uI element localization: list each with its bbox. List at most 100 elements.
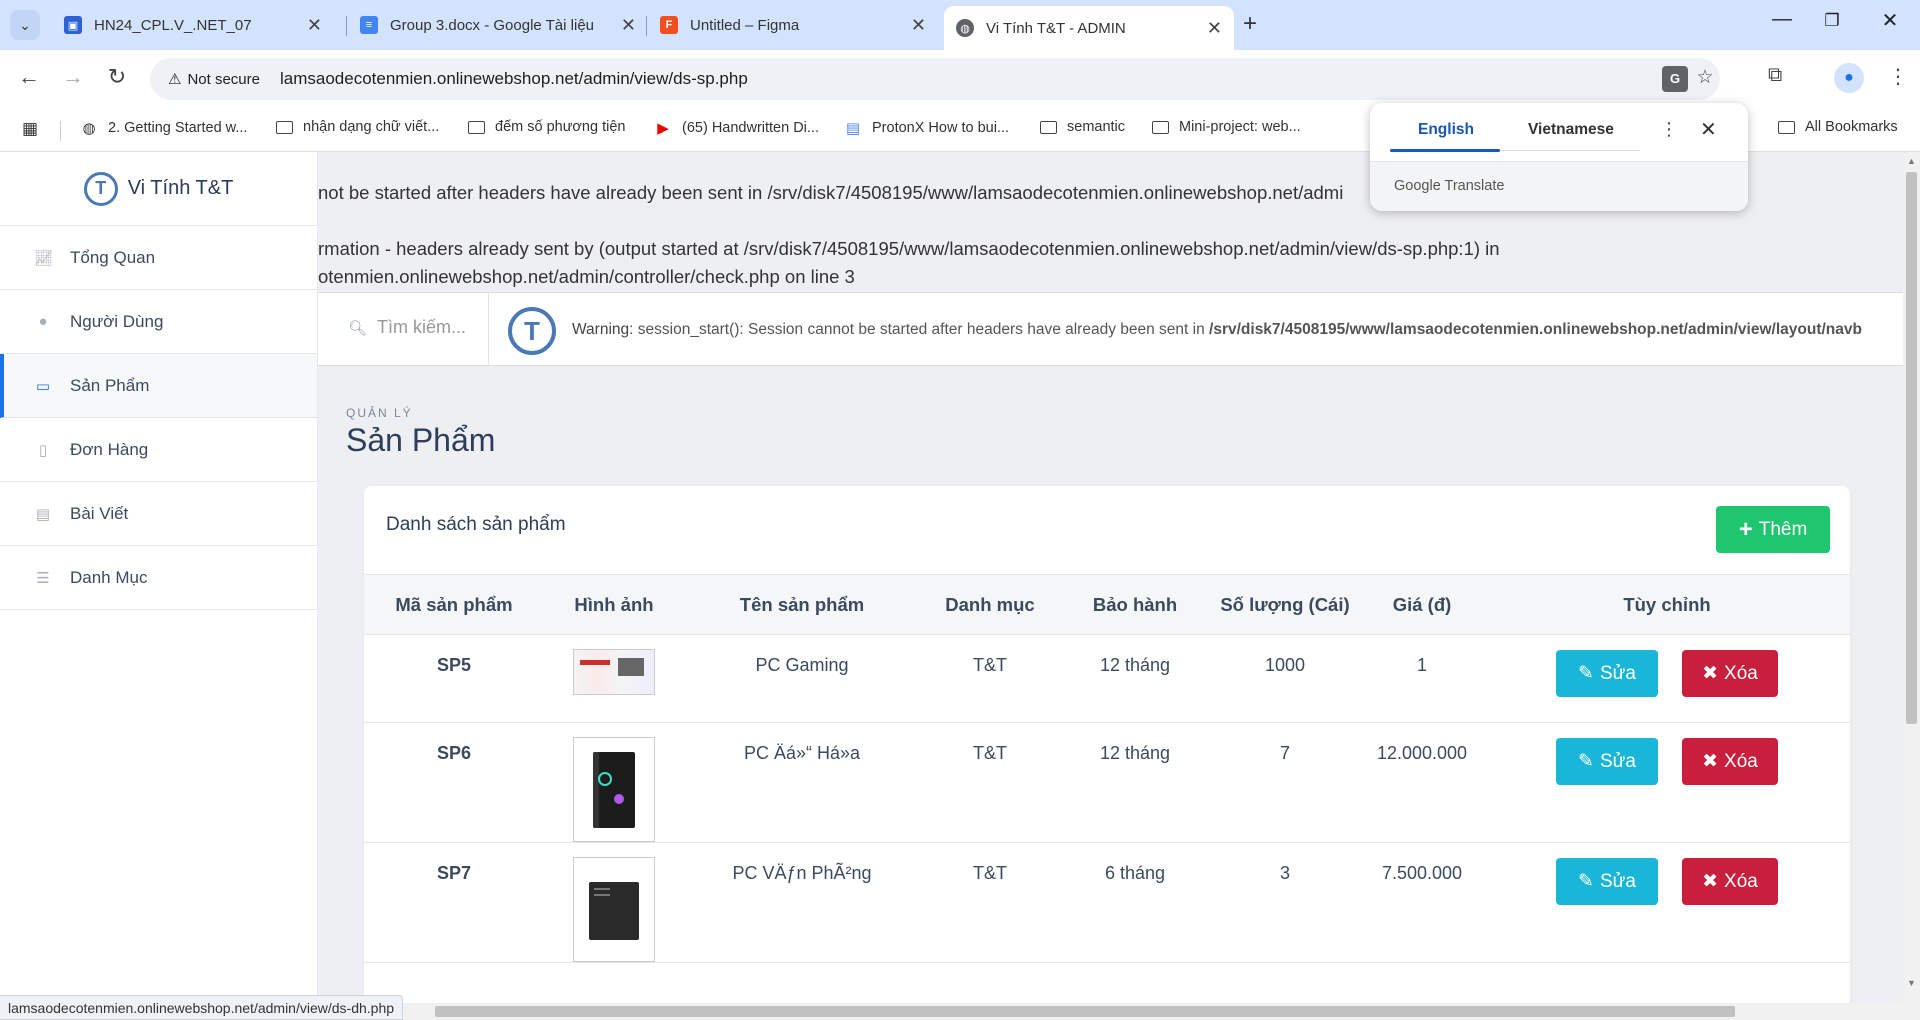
product-name: PC VÄƒn PhÃ²ng <box>732 863 872 883</box>
delete-label: Xóa <box>1724 870 1758 892</box>
user-icon: ● <box>38 313 48 330</box>
sidebar-item-label: Đơn Hàng <box>70 439 149 459</box>
sidebar-item-orders[interactable]: ▯ Đơn Hàng <box>0 418 317 482</box>
restore-icon[interactable]: ❐ <box>1812 11 1852 31</box>
extensions-icon[interactable]: ⧉ <box>1768 64 1782 87</box>
product-image-cell <box>544 723 684 843</box>
browser-toolbar: ← → ↻ ⚠ Not secure lamsaodecotenmien.onl… <box>0 50 1920 107</box>
bookmark-star-icon[interactable]: ☆ <box>1692 66 1718 92</box>
tab-search-button[interactable]: ⌄ <box>10 10 40 40</box>
product-quantity: 3 <box>1279 863 1290 883</box>
doc-blue-icon: ▣ <box>64 16 82 34</box>
product-price: 7.500.000 <box>1381 863 1463 883</box>
docs-icon: ≡ <box>360 16 378 34</box>
close-icon[interactable]: ✕ <box>1207 18 1222 39</box>
brand-name: Vi Tính T&T <box>127 177 234 199</box>
close-icon[interactable]: ✕ <box>1700 117 1717 142</box>
edit-label: Sửa <box>1599 750 1636 772</box>
scroll-down-icon[interactable]: ▼ <box>1907 978 1916 988</box>
tab-group3-docx[interactable]: ≡ Group 3.docx - Google Tài liệu ✕ <box>348 6 648 44</box>
edit-button[interactable]: ✎ Sửa <box>1556 858 1658 905</box>
product-category: T&T <box>973 655 1007 675</box>
globe-icon: ◍ <box>82 120 96 137</box>
scrollbar-thumb[interactable] <box>435 1006 1735 1017</box>
tab-hn24[interactable]: ▣ HN24_CPL.V_.NET_07 ✕ <box>52 6 334 44</box>
search-icon: 🔍︎ <box>348 319 368 337</box>
delete-button[interactable]: ✖ Xóa <box>1682 858 1778 905</box>
person-icon: ● <box>1844 69 1854 86</box>
search-input[interactable]: 🔍︎ Tìm kiếm... <box>348 317 466 338</box>
tab-figma[interactable]: F Untitled – Figma ✕ <box>648 6 938 44</box>
google-translate-brand: Google Translate <box>1394 178 1505 194</box>
minimize-icon[interactable]: — <box>1762 8 1802 31</box>
sidebar-item-users[interactable]: ● Người Dùng <box>0 290 317 354</box>
url-text[interactable]: lamsaodecotenmien.onlinewebshop.net/admi… <box>280 69 748 89</box>
sidebar-item-label: Người Dùng <box>70 311 164 331</box>
reload-icon[interactable]: ↻ <box>102 64 132 90</box>
bookmark-item[interactable]: ▤ ProtonX How to bui... <box>844 119 1009 137</box>
window-close-icon[interactable]: ✕ <box>1870 8 1910 33</box>
add-product-button[interactable]: + Thêm <box>1716 506 1830 553</box>
horizontal-scrollbar[interactable] <box>318 1003 1903 1020</box>
product-warranty: 12 tháng <box>1099 655 1171 675</box>
vertical-scrollbar[interactable]: ▲ ▼ <box>1903 152 1920 1020</box>
folder-icon <box>1152 120 1169 134</box>
delete-label: Xóa <box>1724 750 1758 772</box>
all-bookmarks[interactable]: All Bookmarks <box>1778 119 1898 135</box>
menu-kebab-icon[interactable]: ⋮ <box>1888 64 1908 89</box>
product-category: T&T <box>973 863 1007 883</box>
sidebar-item-categories[interactable]: ☰ Danh Mục <box>0 546 317 610</box>
product-image <box>573 857 655 962</box>
profile-avatar[interactable]: ● <box>1834 63 1864 93</box>
not-secure-chip[interactable]: ⚠ Not secure <box>162 65 270 93</box>
bookmark-label: (65) Handwritten Di... <box>682 120 819 136</box>
tab-title: Untitled – Figma <box>690 16 800 34</box>
bookmark-item[interactable]: đếm số phương tiện <box>468 119 625 135</box>
bookmark-separator <box>60 121 61 141</box>
sidebar-item-posts[interactable]: ▤ Bài Viết <box>0 482 317 546</box>
top-navbar: 🔍︎ Tìm kiếm... T Warning: session_start(… <box>318 292 1920 367</box>
delete-button[interactable]: ✖ Xóa <box>1682 650 1778 697</box>
sidebar-item-label: Sản Phẩm <box>70 375 150 395</box>
translate-tab-english[interactable]: English <box>1418 121 1474 139</box>
bookmark-item[interactable]: nhận dạng chữ viết... <box>276 119 439 135</box>
edit-button[interactable]: ✎ Sửa <box>1556 738 1658 785</box>
tab-vi-tinh-admin[interactable]: ◍ Vi Tính T&T - ADMIN ✕ <box>944 6 1234 50</box>
edit-button[interactable]: ✎ Sửa <box>1556 650 1658 697</box>
add-label: Thêm <box>1758 518 1808 540</box>
bookmark-item[interactable]: semantic <box>1040 119 1125 135</box>
bookmark-item[interactable]: ▶ (65) Handwritten Di... <box>654 119 819 137</box>
close-icon[interactable]: ✕ <box>307 15 322 36</box>
bookmark-item[interactable]: ◍ 2. Getting Started w... <box>80 119 247 137</box>
product-image <box>573 737 655 842</box>
close-icon[interactable]: ✕ <box>911 15 926 36</box>
forward-icon[interactable]: → <box>58 64 88 90</box>
scroll-up-icon[interactable]: ▲ <box>1907 156 1916 166</box>
address-bar[interactable]: ⚠ Not secure lamsaodecotenmien.onlineweb… <box>150 58 1720 100</box>
translate-footer: Google Translate <box>1370 161 1748 211</box>
actions-cell: ✎ Sửa ✖ Xóa <box>1484 843 1850 963</box>
apps-grid-icon[interactable]: ▦ <box>22 119 38 139</box>
column-header: Mã sản phẩm <box>395 593 513 615</box>
sidebar-item-overview[interactable]: 📈︎ Tổng Quan <box>0 226 317 290</box>
warning-triangle-icon: ⚠ <box>168 71 182 88</box>
sidebar-brand[interactable]: T Vi Tính T&T <box>0 152 317 226</box>
x-icon: ✖ <box>1702 751 1719 772</box>
column-header: Giá (đ) <box>1392 593 1452 615</box>
edit-icon: ✎ <box>1578 751 1594 772</box>
post-icon: ▤ <box>35 505 51 523</box>
menu-kebab-icon[interactable]: ⋮ <box>1660 119 1678 140</box>
translate-icon[interactable]: G <box>1662 66 1688 92</box>
navbar-logo[interactable]: T <box>508 307 556 355</box>
translate-tab-vietnamese[interactable]: Vietnamese <box>1528 121 1614 139</box>
not-secure-label: Not secure <box>187 70 260 88</box>
product-category: T&T <box>973 743 1007 763</box>
close-icon[interactable]: ✕ <box>621 15 636 36</box>
sidebar-item-products[interactable]: ▭ Sản Phẩm <box>0 354 317 418</box>
back-icon[interactable]: ← <box>14 64 44 90</box>
product-price: 12.000.000 <box>1376 743 1468 763</box>
new-tab-button[interactable]: + <box>1243 10 1257 38</box>
bookmark-item[interactable]: Mini-project: web... <box>1152 119 1301 135</box>
delete-button[interactable]: ✖ Xóa <box>1682 738 1778 785</box>
scrollbar-thumb[interactable] <box>1906 172 1917 724</box>
